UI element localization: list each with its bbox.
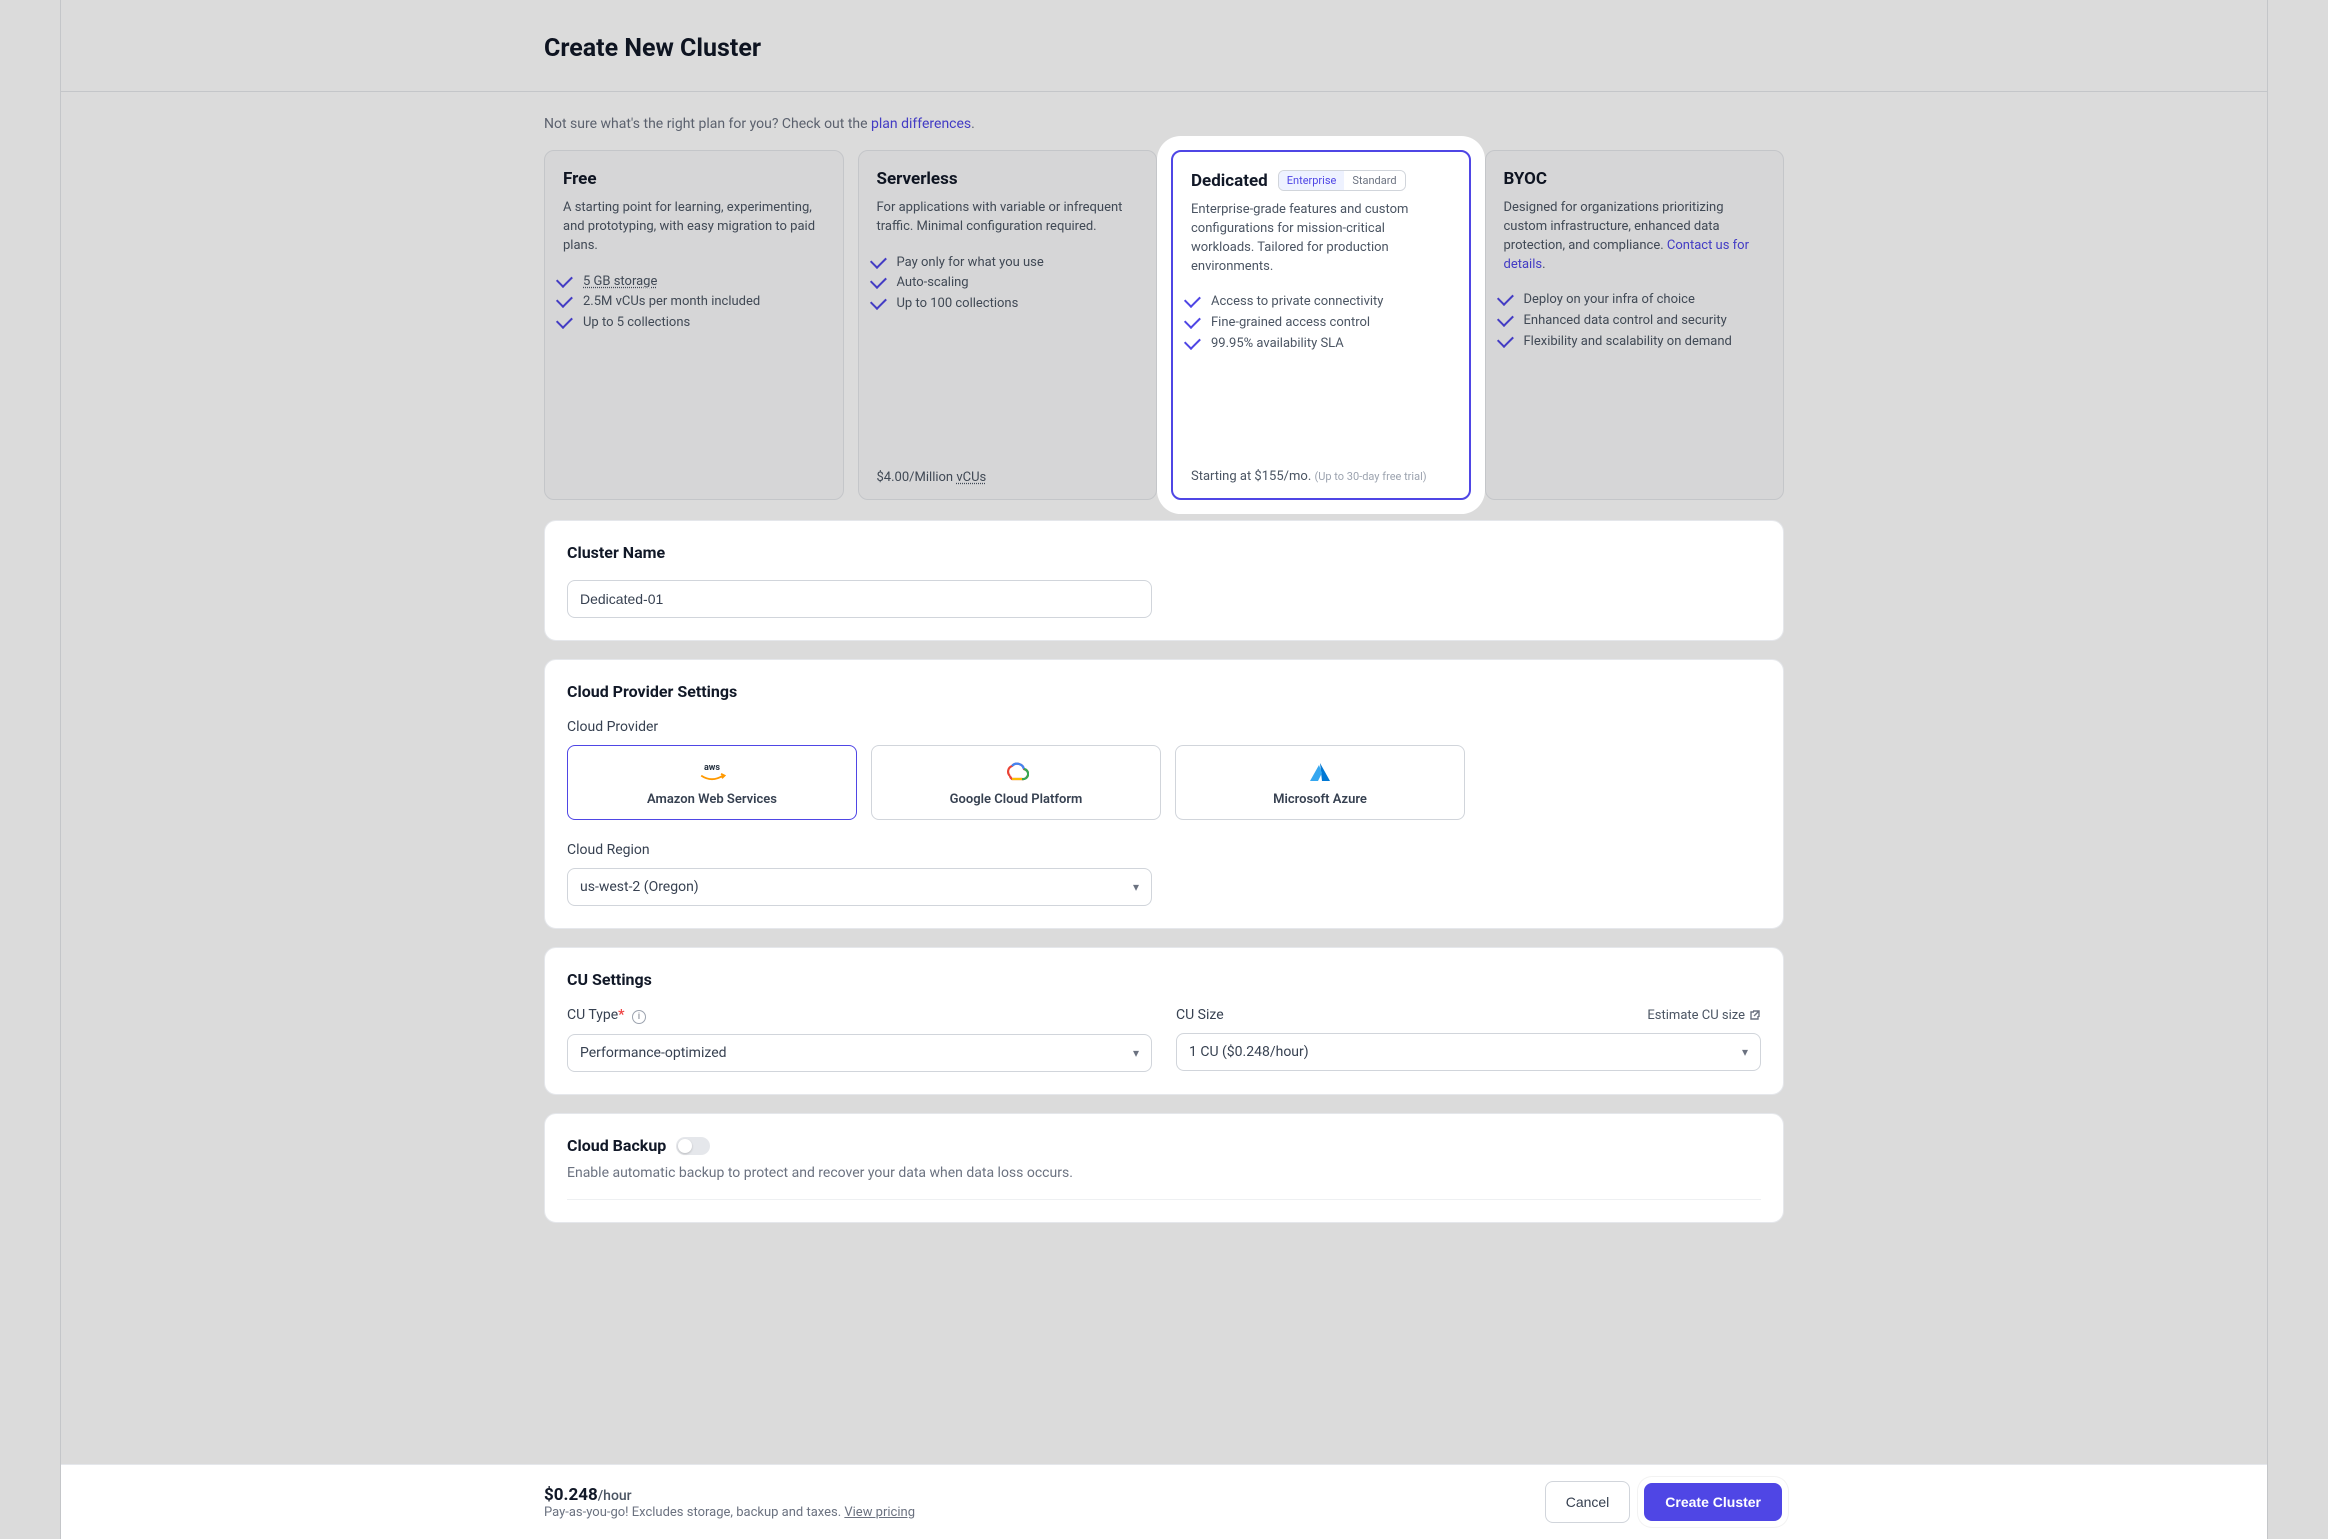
cu-type-label: CU Type* i	[567, 1007, 1152, 1024]
card-cluster-name: Cluster Name	[544, 520, 1784, 641]
plan-byoc[interactable]: BYOC Designed for organizations prioriti…	[1485, 150, 1785, 500]
cloud-region-value: us-west-2 (Oregon)	[580, 879, 699, 895]
plan-differences-link[interactable]: plan differences	[871, 116, 971, 132]
plan-bullet: Pay only for what you use	[877, 253, 1139, 274]
footer-price: $0.248/hour	[544, 1485, 915, 1505]
plan-dedicated-price: Starting at $155/mo. (Up to 30-day free …	[1191, 469, 1451, 484]
plan-free-title: Free	[563, 169, 597, 189]
cu-size-value: 1 CU ($0.248/hour)	[1189, 1044, 1309, 1060]
estimate-cu-size-link[interactable]: Estimate CU size	[1647, 1008, 1761, 1023]
cloud-provider-title: Cloud Provider Settings	[567, 682, 1761, 701]
provider-row: aws Amazon Web Services	[567, 745, 1761, 820]
tier-enterprise[interactable]: Enterprise	[1279, 171, 1345, 190]
cu-size-label: CU Size	[1176, 1007, 1224, 1023]
tier-standard[interactable]: Standard	[1344, 171, 1404, 190]
external-link-icon	[1749, 1009, 1761, 1021]
cancel-button[interactable]: Cancel	[1545, 1481, 1631, 1523]
info-icon[interactable]: i	[632, 1010, 646, 1024]
plan-serverless-title: Serverless	[877, 169, 958, 189]
provider-gcp-name: Google Cloud Platform	[950, 792, 1083, 807]
plan-byoc-title: BYOC	[1504, 169, 1548, 189]
header-divider	[61, 91, 2267, 92]
aws-icon: aws	[694, 760, 730, 784]
page-title: Create New Cluster	[544, 34, 1784, 63]
plan-bullet: 99.95% availability SLA	[1191, 334, 1451, 355]
plan-row: Free A starting point for learning, expe…	[544, 150, 1784, 500]
view-pricing-link[interactable]: View pricing	[844, 1505, 915, 1520]
plan-dedicated-bullets: Access to private connectivity Fine-grai…	[1191, 292, 1451, 457]
plan-bullet: 2.5M vCUs per month included	[563, 292, 825, 313]
plan-byoc-desc: Designed for organizations prioritizing …	[1504, 199, 1766, 274]
cu-settings-title: CU Settings	[567, 970, 1761, 989]
chevron-down-icon: ▾	[1742, 1045, 1748, 1059]
cloud-region-label: Cloud Region	[567, 842, 1761, 858]
plan-bullet: Enhanced data control and security	[1504, 311, 1766, 332]
card-cu-settings: CU Settings CU Type* i Performance-optim…	[544, 947, 1784, 1095]
plan-bullet: Fine-grained access control	[1191, 313, 1451, 334]
plan-dedicated-desc: Enterprise-grade features and custom con…	[1191, 201, 1451, 276]
chevron-down-icon: ▾	[1133, 1046, 1139, 1060]
provider-aws[interactable]: aws Amazon Web Services	[567, 745, 857, 820]
create-button-highlight: Create Cluster	[1642, 1481, 1784, 1523]
footer-bar: $0.248/hour Pay-as-you-go! Excludes stor…	[61, 1464, 2267, 1539]
plan-bullet: Up to 5 collections	[563, 313, 825, 334]
cluster-name-label: Cluster Name	[567, 543, 1761, 562]
cloud-backup-desc: Enable automatic backup to protect and r…	[567, 1165, 1761, 1200]
plan-free-desc: A starting point for learning, experimen…	[563, 199, 825, 256]
create-cluster-button[interactable]: Create Cluster	[1644, 1483, 1782, 1521]
cu-type-select[interactable]: Performance-optimized ▾	[567, 1034, 1152, 1072]
page-subhead: Not sure what's the right plan for you? …	[544, 116, 1784, 132]
cloud-backup-toggle[interactable]	[676, 1137, 710, 1155]
card-cloud-backup: Cloud Backup Enable automatic backup to …	[544, 1113, 1784, 1223]
footer-note: Pay-as-you-go! Excludes storage, backup …	[544, 1505, 915, 1520]
svg-text:aws: aws	[704, 763, 720, 773]
provider-azure[interactable]: Microsoft Azure	[1175, 745, 1465, 820]
cloud-region-select[interactable]: us-west-2 (Oregon) ▾	[567, 868, 1152, 906]
dedicated-tier-toggle[interactable]: Enterprise Standard	[1278, 170, 1406, 191]
subhead-prefix: Not sure what's the right plan for you? …	[544, 116, 871, 132]
cluster-name-input[interactable]	[567, 580, 1152, 618]
provider-aws-name: Amazon Web Services	[647, 792, 777, 807]
provider-gcp[interactable]: Google Cloud Platform	[871, 745, 1161, 820]
plan-free-bullets: 5 GB storage 2.5M vCUs per month include…	[563, 272, 825, 485]
plan-serverless[interactable]: Serverless For applications with variabl…	[858, 150, 1158, 500]
plan-bullet: Flexibility and scalability on demand	[1504, 332, 1766, 353]
plan-serverless-price: $4.00/Million vCUs	[877, 470, 1139, 485]
provider-azure-name: Microsoft Azure	[1273, 792, 1367, 807]
plan-dedicated[interactable]: Dedicated Enterprise Standard Enterprise…	[1171, 150, 1471, 500]
gcp-icon	[998, 760, 1034, 784]
cu-size-select[interactable]: 1 CU ($0.248/hour) ▾	[1176, 1033, 1761, 1071]
cloud-backup-title: Cloud Backup	[567, 1136, 666, 1155]
cu-type-value: Performance-optimized	[580, 1045, 727, 1061]
chevron-down-icon: ▾	[1133, 880, 1139, 894]
page-frame: Create New Cluster Not sure what's the r…	[60, 0, 2268, 1539]
plan-dedicated-title: Dedicated	[1191, 171, 1268, 191]
plan-bullet: Access to private connectivity	[1191, 292, 1451, 313]
plan-serverless-desc: For applications with variable or infreq…	[877, 199, 1139, 237]
plan-byoc-bullets: Deploy on your infra of choice Enhanced …	[1504, 290, 1766, 485]
azure-icon	[1302, 760, 1338, 784]
plan-serverless-bullets: Pay only for what you use Auto-scaling U…	[877, 253, 1139, 458]
cloud-provider-label: Cloud Provider	[567, 719, 1761, 735]
plan-free[interactable]: Free A starting point for learning, expe…	[544, 150, 844, 500]
subhead-suffix: .	[971, 116, 975, 132]
plan-bullet: Deploy on your infra of choice	[1504, 290, 1766, 311]
plan-bullet: Up to 100 collections	[877, 294, 1139, 315]
card-cloud-provider: Cloud Provider Settings Cloud Provider a…	[544, 659, 1784, 929]
plan-bullet: Auto-scaling	[877, 273, 1139, 294]
plan-bullet: 5 GB storage	[563, 272, 825, 293]
